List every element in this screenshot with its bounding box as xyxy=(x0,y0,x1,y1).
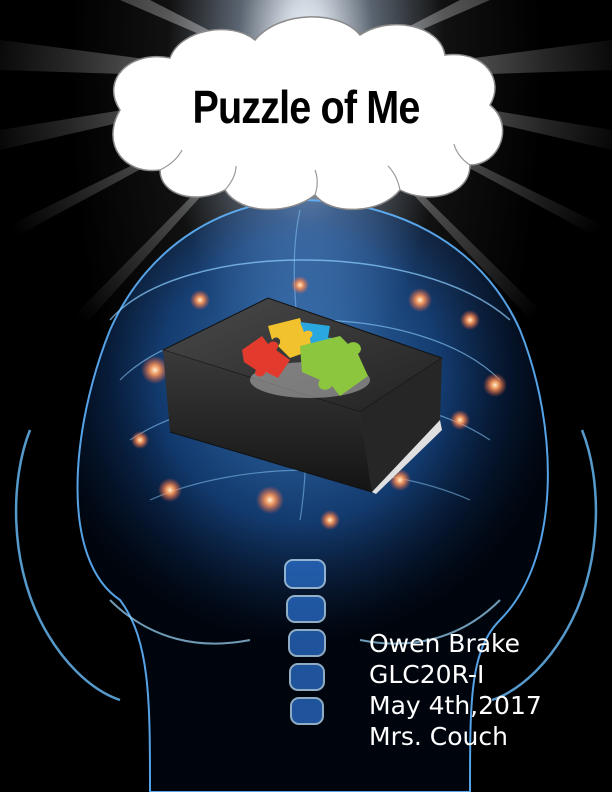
author-name: Owen Brake xyxy=(369,629,521,658)
course-code: GLC20R-I xyxy=(369,660,485,689)
date: May 4th,2017 xyxy=(369,691,542,720)
teacher-name: Mrs. Couch xyxy=(369,722,508,751)
cover-page: Puzzle of Me Owen Brake GLC20R-I May 4th… xyxy=(0,0,612,792)
author-info-block: Owen Brake GLC20R-I May 4th,2017 Mrs. Co… xyxy=(369,628,604,752)
cover-title: Puzzle of Me xyxy=(192,81,420,133)
